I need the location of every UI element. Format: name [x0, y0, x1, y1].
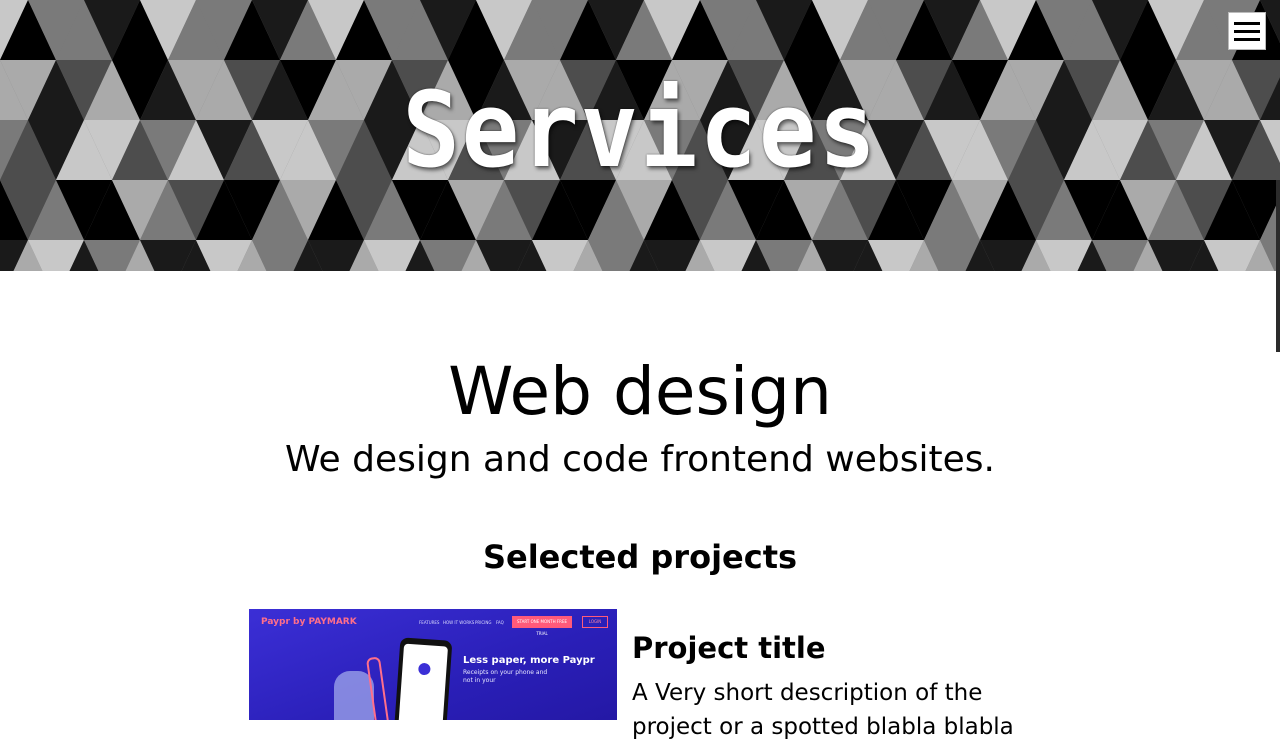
- hero-title: Services: [402, 69, 878, 191]
- hero-banner: Services: [0, 0, 1280, 271]
- hamburger-menu-icon: [1234, 22, 1260, 25]
- section-subtitle: We design and code frontend websites.: [285, 439, 995, 480]
- projects-heading: Selected projects: [482, 538, 798, 576]
- thumbnail-brand: Paypr by PAYMARK: [261, 617, 357, 627]
- scrollbar-thumb[interactable]: [1276, 180, 1280, 352]
- thumbnail-login: LOGIN: [582, 616, 608, 628]
- thumbnail-phone-screen: [397, 643, 449, 720]
- hamburger-menu-icon-bar: [1234, 38, 1260, 41]
- thumbnail-nav-item: PRICING: [475, 620, 492, 625]
- project-thumbnail[interactable]: Paypr by PAYMARK FEATURES HOW IT WORKS P…: [249, 609, 617, 720]
- thumbnail-nav-item: HOW IT WORKS: [443, 620, 475, 625]
- hamburger-menu-button[interactable]: [1228, 12, 1266, 50]
- thumbnail-nav-item: FAQ: [496, 620, 504, 625]
- thumbnail-tagline: Receipts on your phone and not in your: [463, 669, 548, 684]
- thumbnail-cta: START ONE MONTH FREE TRIAL: [512, 616, 572, 636]
- thumbnail-phone-illustration: [393, 637, 453, 720]
- section-title: Web design: [448, 353, 832, 430]
- hamburger-menu-icon-bar: [1234, 30, 1260, 33]
- project-title[interactable]: Project title: [632, 628, 826, 668]
- thumbnail-headline: Less paper, more Paypr: [463, 655, 595, 666]
- project-description: A Very short description of the project …: [632, 680, 1014, 740]
- thumbnail-nav-item: FEATURES: [419, 620, 440, 625]
